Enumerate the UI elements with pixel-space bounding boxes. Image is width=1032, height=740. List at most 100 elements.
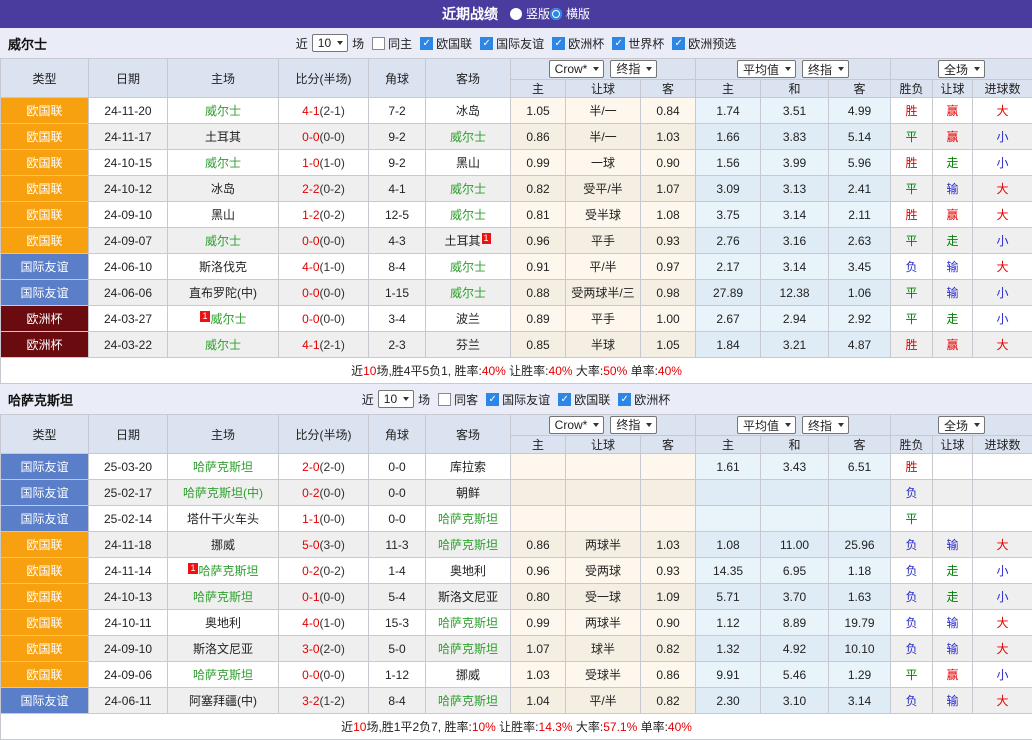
bookmaker-select[interactable]: Crow*: [549, 416, 605, 434]
fulltime-score: 4-1: [302, 338, 319, 352]
scope-select[interactable]: 全场: [938, 60, 985, 78]
table-row: 欧国联24-10-12冰岛2-2(0-2)4-1威尔士0.82受平/半1.073…: [1, 176, 1032, 202]
avg-away: [829, 506, 891, 532]
table-row: 欧国联24-11-18挪威5-0(3-0)11-3哈萨克斯坦0.86两球半1.0…: [1, 532, 1032, 558]
odds-handicap: [566, 506, 641, 532]
avg-draw: 5.46: [761, 662, 829, 688]
avg-draw: 3.14: [761, 254, 829, 280]
odds-home: [511, 480, 566, 506]
league-checkbox[interactable]: ✓: [552, 37, 565, 50]
match-count-select-value: 10: [318, 36, 331, 50]
home-team: 阿塞拜疆(中): [168, 688, 279, 714]
avg-draw: 3.43: [761, 454, 829, 480]
home-team-name: 威尔士: [205, 104, 241, 118]
chevron-down-icon: [646, 67, 652, 71]
odds-away: 1.03: [641, 124, 696, 150]
fulltime-score: 2-2: [302, 182, 319, 196]
league-checkbox[interactable]: ✓: [618, 393, 631, 406]
odds-handicap: [566, 480, 641, 506]
summary-segment: 50%: [603, 364, 627, 378]
match-score: 2-0(2-0): [279, 454, 369, 480]
result-handicap: [933, 480, 973, 506]
away-team: 哈萨克斯坦: [426, 688, 511, 714]
avg-away: 3.45: [829, 254, 891, 280]
league-checkbox[interactable]: ✓: [558, 393, 571, 406]
league-checkbox[interactable]: ✓: [480, 37, 493, 50]
match-date: 24-11-14: [89, 558, 168, 584]
result-goals: 大: [973, 98, 1032, 124]
result-outcome: 平: [891, 662, 933, 688]
home-team-name: 哈萨克斯坦: [199, 564, 259, 578]
corner-count: 8-4: [369, 254, 426, 280]
avg-away: [829, 480, 891, 506]
avg-draw: 8.89: [761, 610, 829, 636]
odds-handicap: 受一球: [566, 584, 641, 610]
fulltime-score: 1-2: [302, 208, 319, 222]
corner-count: 11-3: [369, 532, 426, 558]
match-date: 24-03-27: [89, 306, 168, 332]
corner-count: 1-15: [369, 280, 426, 306]
home-team: 威尔士: [168, 150, 279, 176]
chevron-down-icon: [974, 423, 980, 427]
layout-radio-option-1[interactable]: 横版: [550, 5, 590, 22]
odds-time-select[interactable]: 终指: [610, 416, 657, 434]
match-date: 25-02-17: [89, 480, 168, 506]
section-header: 威尔士近10场同主✓欧国联✓国际友谊✓欧洲杯✓世界杯✓欧洲预选: [0, 28, 1032, 58]
avg-time-select[interactable]: 终指: [802, 416, 849, 434]
corner-count: 7-2: [369, 98, 426, 124]
away-team-name: 土耳其: [444, 234, 480, 248]
home-team: 哈萨克斯坦: [168, 584, 279, 610]
same-venue-checkbox[interactable]: [372, 37, 385, 50]
column-subheader: 让球: [566, 80, 641, 98]
result-goals: 小: [973, 662, 1032, 688]
result-outcome: 负: [891, 532, 933, 558]
match-count-select[interactable]: 10: [312, 34, 348, 52]
league-checkbox[interactable]: ✓: [672, 37, 685, 50]
corner-count: 9-2: [369, 150, 426, 176]
type-badge: 国际友谊: [1, 480, 89, 506]
home-team-name: 奥地利: [205, 616, 241, 630]
odds-home: 0.81: [511, 202, 566, 228]
away-team: 斯洛文尼亚: [426, 584, 511, 610]
home-team: 奥地利: [168, 610, 279, 636]
avg-away: 19.79: [829, 610, 891, 636]
odds-handicap: [566, 454, 641, 480]
away-team: 哈萨克斯坦: [426, 610, 511, 636]
match-score: 3-0(2-0): [279, 636, 369, 662]
fulltime-score: 3-2: [302, 694, 319, 708]
odds-time-select[interactable]: 终指: [610, 60, 657, 78]
table-row: 国际友谊24-06-10斯洛伐克4-0(1-0)8-4威尔士0.91平/半0.9…: [1, 254, 1032, 280]
column-header: 比分(半场): [279, 59, 369, 98]
fulltime-score: 2-0: [302, 460, 319, 474]
result-goals: 大: [973, 688, 1032, 714]
away-team-name: 哈萨克斯坦: [438, 694, 498, 708]
avg-draw: 3.14: [761, 202, 829, 228]
column-header: 比分(半场): [279, 415, 369, 454]
result-handicap: 赢: [933, 662, 973, 688]
average-select-value: 平均值: [743, 61, 779, 78]
match-count-select[interactable]: 10: [378, 390, 414, 408]
result-handicap: 走: [933, 558, 973, 584]
same-venue-checkbox[interactable]: [438, 393, 451, 406]
result-outcome: 胜: [891, 150, 933, 176]
average-select[interactable]: 平均值: [737, 60, 796, 78]
league-checkbox[interactable]: ✓: [420, 37, 433, 50]
league-checkbox[interactable]: ✓: [612, 37, 625, 50]
average-select[interactable]: 平均值: [737, 416, 796, 434]
bookmaker-select[interactable]: Crow*: [549, 60, 605, 78]
odds-handicap: 受两球半/三: [566, 280, 641, 306]
layout-radio-option-0[interactable]: 竖版: [510, 5, 550, 22]
odds-home: 0.86: [511, 124, 566, 150]
summary-text: 近10场,胜1平2负7, 胜率:10% 让胜率:14.3% 大率:57.1% 单…: [1, 714, 1032, 740]
away-team-name: 哈萨克斯坦: [438, 512, 498, 526]
match-date: 24-10-15: [89, 150, 168, 176]
column-header: 主场: [168, 415, 279, 454]
summary-segment: 近: [351, 364, 363, 378]
avg-time-select[interactable]: 终指: [802, 60, 849, 78]
scope-select[interactable]: 全场: [938, 416, 985, 434]
league-checkbox[interactable]: ✓: [486, 393, 499, 406]
avg-home: 1.56: [696, 150, 761, 176]
away-team: 土耳其1: [426, 228, 511, 254]
radio-label: 竖版: [526, 5, 550, 22]
fulltime-score: 5-0: [302, 538, 319, 552]
